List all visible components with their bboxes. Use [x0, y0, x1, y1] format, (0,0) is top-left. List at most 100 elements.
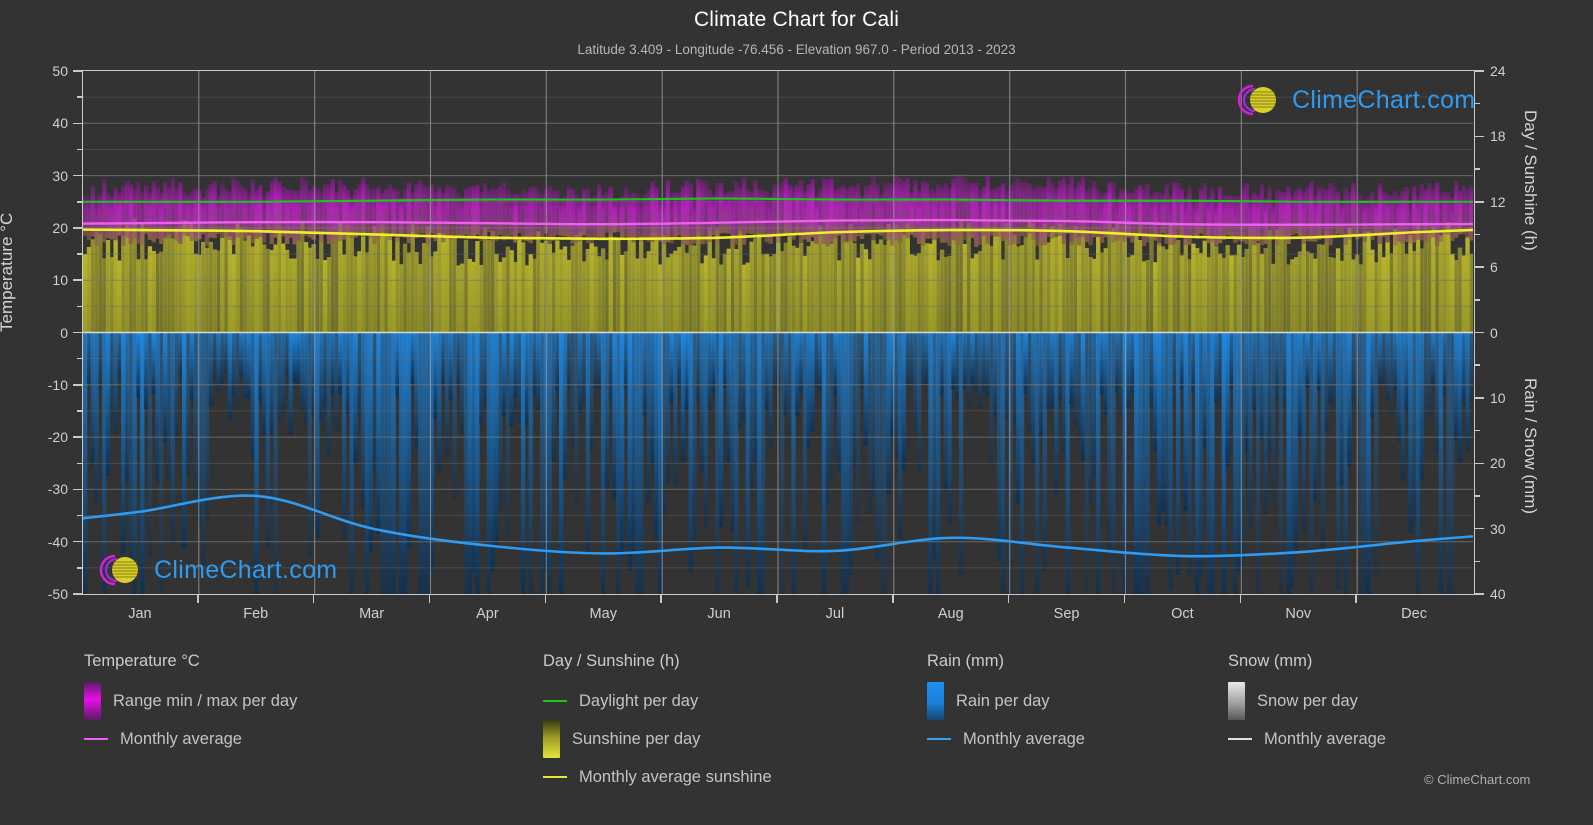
left-axis-minor-tick: [77, 201, 82, 203]
x-axis-month-label: Feb: [243, 606, 269, 622]
legend-column: Snow (mm) Snow per day Monthly average: [1228, 652, 1386, 758]
climechart-logo-icon: [1237, 84, 1276, 116]
right-axis-minor-tick-hours: [1475, 233, 1480, 236]
x-axis-month-label: Nov: [1285, 606, 1312, 622]
copyright-text: © ClimeChart.com: [1424, 772, 1531, 787]
left-axis-title: Temperature °C: [0, 212, 16, 332]
left-axis-minor-tick: [77, 305, 82, 308]
legend-swatch-sunshine: [543, 720, 560, 758]
right-axis-minor-tick-hours: [1475, 299, 1480, 301]
x-axis-tick: [1239, 594, 1242, 603]
legend-swatch-line: [543, 775, 567, 779]
legend-item-label: Monthly average: [120, 729, 242, 748]
legend-item[interactable]: Sunshine per day: [543, 720, 772, 758]
right-axis-tick-mm: [1475, 527, 1484, 530]
left-axis-minor-tick: [77, 253, 82, 255]
x-axis-month-label: Jan: [128, 606, 152, 622]
x-axis-tick: [1355, 594, 1357, 603]
legend-swatch-line: [543, 699, 567, 703]
page-subtitle: Latitude 3.409 - Longitude -76.456 - Ele…: [577, 42, 1016, 57]
left-axis-minor-tick: [77, 410, 82, 412]
x-axis-month-label: Aug: [937, 606, 964, 622]
left-axis-tick-label: -50: [47, 586, 68, 602]
plot-svg: [83, 71, 1473, 594]
right-axis-tick-mm: [1475, 462, 1484, 464]
x-axis-tick: [428, 594, 431, 603]
right-axis-minor-tick-mm: [1475, 364, 1480, 366]
left-axis-tick: [73, 174, 82, 177]
right-axis-title-top: Day / Sunshine (h): [1521, 110, 1540, 251]
watermark-text-top: ClimeChart.com: [1292, 85, 1475, 114]
legend-swatch-snow: [1228, 682, 1245, 720]
left-axis-tick-label: -10: [47, 376, 68, 393]
plot-area: ClimeChart.com ClimeChart.com: [82, 71, 1475, 594]
legend-item[interactable]: Range min / max per day: [84, 682, 297, 720]
x-axis-tick: [660, 594, 662, 603]
right-axis-tick-label-hours: 24: [1490, 63, 1506, 79]
legend-swatch-line: [84, 737, 108, 741]
left-axis-tick: [73, 279, 82, 281]
climate-chart: Climate Chart for Cali Latitude 3.409 - …: [0, 0, 1593, 825]
right-axis-tick-mm: [1475, 397, 1484, 399]
left-axis-tick-label: -20: [47, 429, 68, 446]
left-axis-tick: [73, 227, 82, 229]
left-axis-tick: [73, 593, 82, 595]
legend-item-label: Monthly average: [963, 729, 1085, 748]
right-axis-tick-label-mm: 30: [1490, 520, 1506, 537]
x-axis-month-label: Oct: [1171, 606, 1194, 622]
legend-item-label: Sunshine per day: [572, 729, 701, 748]
legend-column-heading: Rain (mm): [927, 652, 1004, 670]
right-axis-minor-tick-mm: [1475, 429, 1480, 432]
left-axis-tick-label: 10: [52, 272, 68, 289]
left-axis-minor-tick: [77, 148, 82, 151]
x-axis-month-label: Dec: [1401, 606, 1427, 622]
right-axis-tick-mm: [1475, 593, 1484, 595]
legend-item-label: Range min / max per day: [113, 691, 298, 710]
left-axis-tick: [73, 122, 82, 125]
legend-column-heading: Day / Sunshine (h): [543, 652, 680, 670]
right-axis-tick-label-hours: 6: [1490, 259, 1498, 276]
legend-item[interactable]: Monthly average: [1228, 720, 1386, 758]
watermark-text-bottom: ClimeChart.com: [154, 555, 338, 584]
right-axis-tick-hours: [1475, 201, 1484, 203]
legend-item-label: Monthly average: [1264, 729, 1386, 748]
legend-swatch-line: [1228, 737, 1252, 741]
left-axis-tick-label: 40: [52, 115, 68, 132]
x-axis-month-label: Mar: [359, 606, 385, 622]
left-axis-tick-label: 0: [60, 324, 68, 341]
legend-item[interactable]: Monthly average sunshine: [543, 758, 772, 796]
right-axis-minor-tick-hours: [1475, 168, 1480, 170]
right-axis-minor-tick-mm: [1475, 560, 1480, 563]
page-title: Climate Chart for Cali: [693, 8, 900, 31]
climechart-logo-icon: [99, 554, 138, 586]
left-axis-minor-tick: [77, 462, 82, 464]
x-axis-month-label: Apr: [476, 606, 499, 622]
watermark-logo-bottom: ClimeChart.com: [93, 552, 337, 588]
left-axis-tick-label: 20: [52, 219, 68, 236]
right-axis-tick-hours: [1475, 331, 1484, 334]
legend-swatch-rain: [927, 682, 944, 720]
x-axis-month-label: May: [589, 606, 617, 622]
legend-item[interactable]: Monthly average: [927, 720, 1085, 758]
x-axis-month-label: Sep: [1053, 606, 1080, 622]
legend-item[interactable]: Snow per day: [1228, 682, 1386, 720]
right-axis-tick-label-mm: 40: [1490, 586, 1506, 602]
legend-item[interactable]: Monthly average: [84, 720, 297, 758]
left-axis-tick: [73, 540, 82, 543]
right-axis-tick-hours: [1475, 70, 1484, 72]
right-axis-minor-tick-hours: [1475, 102, 1480, 105]
left-axis-tick: [73, 384, 82, 386]
left-axis-minor-tick: [77, 96, 82, 98]
legend-item-label: Snow per day: [1257, 691, 1358, 710]
legend-column-heading: Temperature °C: [84, 652, 200, 670]
legend-item[interactable]: Rain per day: [927, 682, 1085, 720]
left-axis-tick-label: 30: [52, 167, 68, 184]
left-axis-minor-tick: [77, 567, 82, 569]
legend-column-heading: Snow (mm): [1228, 652, 1313, 670]
right-axis-title-bottom: Rain / Snow (mm): [1521, 378, 1540, 515]
legend-item-label: Daylight per day: [579, 691, 699, 710]
legend-item[interactable]: Daylight per day: [543, 682, 772, 720]
left-axis-tick-label: -40: [47, 533, 68, 550]
legend-item-label: Rain per day: [956, 691, 1050, 710]
legend-column: Day / Sunshine (h) Daylight per day Sunsh…: [543, 652, 772, 796]
